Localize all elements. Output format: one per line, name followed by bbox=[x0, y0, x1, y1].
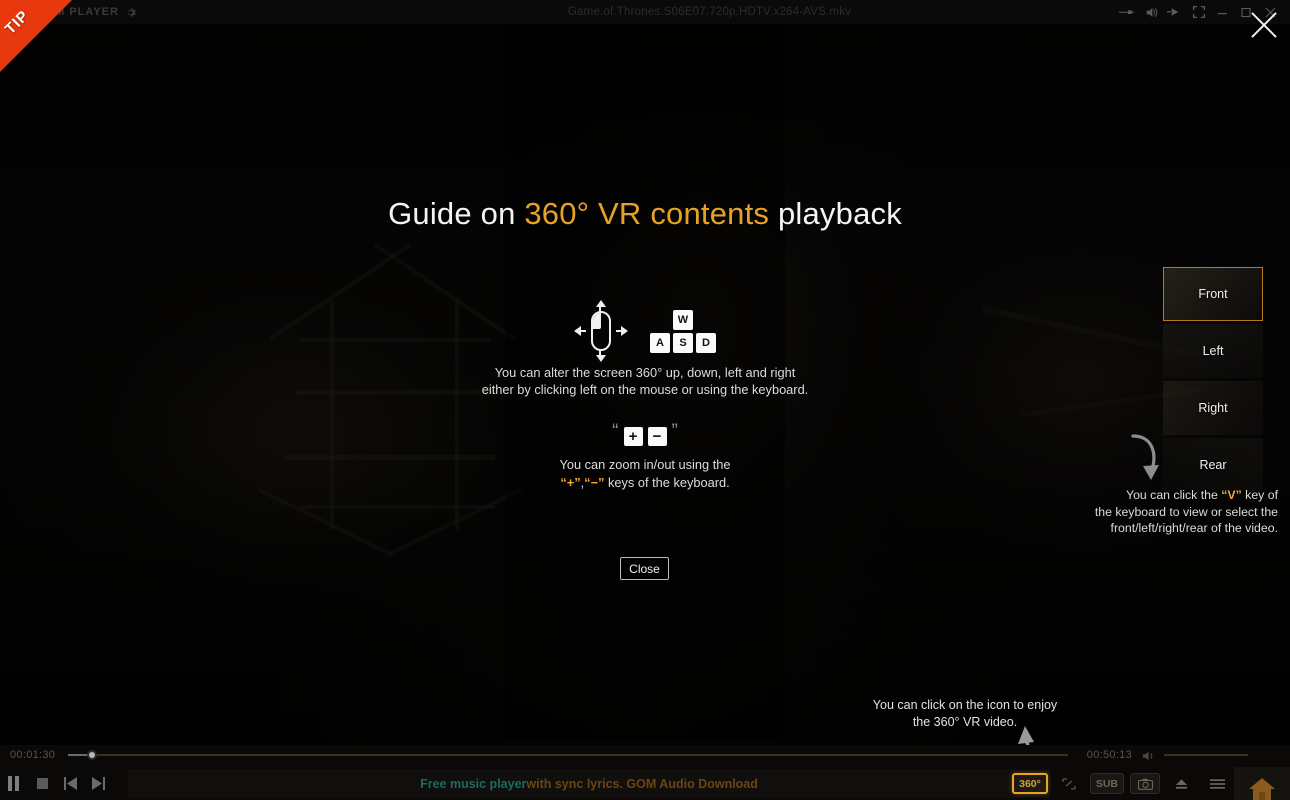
duration-label: 00:50:13 bbox=[1086, 749, 1132, 761]
view-key-description-line2: the keyboard to view or select the bbox=[1094, 504, 1278, 519]
view-key-desc-pre: You can click the bbox=[1126, 488, 1222, 502]
view-item-front[interactable]: Front bbox=[1163, 267, 1263, 321]
key-w: W bbox=[673, 309, 693, 330]
sound-effect-icon[interactable] bbox=[1143, 6, 1158, 19]
movement-description-line2: either by clicking left on the mouse or … bbox=[481, 381, 809, 397]
quote-open: “ bbox=[612, 420, 619, 442]
view-item-rear-label: Rear bbox=[1199, 458, 1227, 472]
seek-handle[interactable] bbox=[87, 750, 97, 760]
vr-360-button[interactable]: 360° bbox=[1012, 773, 1048, 794]
zoom-keys-row: “ + − ” bbox=[0, 420, 1290, 446]
guide-title: Guide on 360° VR contents playback bbox=[0, 196, 1290, 232]
view-panel-pointer-arrow-icon bbox=[1125, 432, 1185, 484]
guide-title-prefix: Guide on bbox=[388, 196, 525, 231]
view-key-desc-post: key of bbox=[1241, 488, 1278, 502]
current-time-label: 00:01:30 bbox=[10, 749, 56, 761]
view-item-right[interactable]: Right bbox=[1163, 381, 1263, 435]
key-plus: + bbox=[623, 427, 643, 446]
mouse-direction-icon bbox=[574, 300, 628, 362]
equalizer-icon[interactable] bbox=[1119, 6, 1134, 19]
fullscreen-icon[interactable] bbox=[1191, 6, 1206, 19]
zoom-desc-plus: “+” bbox=[560, 475, 581, 490]
volume-slider[interactable] bbox=[1164, 754, 1248, 756]
view-item-left[interactable]: Left bbox=[1163, 324, 1263, 378]
control-icons-row: W A S D bbox=[0, 300, 1290, 362]
aspect-ratio-button[interactable] bbox=[1054, 773, 1084, 794]
key-a: A bbox=[650, 332, 670, 353]
gom-player-window: GOM PLAYER Game.of.Thrones.S06E07.720p.H… bbox=[0, 0, 1290, 800]
capture-icon[interactable] bbox=[1130, 773, 1160, 794]
menu-icon[interactable] bbox=[1202, 773, 1232, 794]
view-key-description-line1: You can click the “V” key of bbox=[1020, 487, 1278, 504]
gomlab-brand-button[interactable]: GOMlab bbox=[1234, 767, 1290, 800]
zoom-description-line1: You can zoom in/out using the bbox=[559, 457, 731, 472]
seek-row: 00:01:30 00:50:13 bbox=[0, 745, 1290, 767]
close-guide-button[interactable]: Close bbox=[620, 557, 669, 580]
wasd-keys-icon: W A S D bbox=[650, 309, 716, 353]
key-minus: − bbox=[647, 427, 667, 446]
quote-close: ” bbox=[671, 420, 678, 442]
guide-title-suffix: playback bbox=[769, 196, 902, 231]
volume-icon[interactable] bbox=[1142, 749, 1156, 761]
movement-description: You can alter the screen 360° up, down, … bbox=[0, 365, 1290, 398]
zoom-desc-minus: “−” bbox=[584, 475, 605, 490]
view-key-description-line3: front/left/right/rear of the video. bbox=[1110, 521, 1278, 535]
view-item-left-label: Left bbox=[1202, 344, 1224, 358]
next-button[interactable] bbox=[84, 771, 112, 797]
window-title: Game.of.Thrones.S06E07.720p.HDTV.x264-AV… bbox=[567, 6, 852, 18]
view-key-description: You can click the “V” key of the keyboar… bbox=[1020, 487, 1278, 537]
player-control-bar: 00:01:30 00:50:13 Free music player with… bbox=[0, 745, 1290, 800]
house-icon bbox=[1249, 778, 1275, 800]
eject-icon[interactable] bbox=[1166, 773, 1196, 794]
close-tip-overlay-button[interactable] bbox=[1246, 7, 1282, 43]
playback-speed-icon[interactable] bbox=[1167, 6, 1182, 19]
subtitle-button[interactable]: SUB bbox=[1089, 773, 1124, 794]
key-s: S bbox=[673, 332, 693, 353]
seek-bar[interactable] bbox=[68, 750, 1068, 760]
icon-hint-line1: You can click on the icon to enjoy bbox=[872, 698, 1058, 712]
title-bar: GOM PLAYER Game.of.Thrones.S06E07.720p.H… bbox=[0, 0, 1290, 24]
key-d: D bbox=[696, 332, 716, 353]
minimize-button[interactable] bbox=[1215, 6, 1230, 19]
pause-button[interactable] bbox=[0, 771, 28, 797]
ad-text-primary: Free music player bbox=[420, 776, 527, 791]
button-row: Free music player with sync lyrics. GOM … bbox=[0, 767, 1290, 800]
previous-button[interactable] bbox=[56, 771, 84, 797]
right-button-group: 360° SUB bbox=[1012, 767, 1232, 800]
view-item-front-label: Front bbox=[1198, 287, 1228, 301]
advertisement-banner[interactable]: Free music player with sync lyrics. GOM … bbox=[128, 769, 1050, 798]
view-key-desc-key: “V” bbox=[1221, 488, 1242, 502]
movement-description-line1: You can alter the screen 360° up, down, … bbox=[494, 365, 796, 380]
zoom-desc-tail: keys of the keyboard. bbox=[604, 475, 730, 490]
gear-icon[interactable] bbox=[125, 7, 136, 18]
guide-title-highlight: 360° VR contents bbox=[524, 196, 770, 231]
view-item-right-label: Right bbox=[1198, 401, 1228, 415]
stop-button[interactable] bbox=[28, 771, 56, 797]
ad-text-secondary: with sync lyrics. GOM Audio Download bbox=[526, 776, 758, 791]
